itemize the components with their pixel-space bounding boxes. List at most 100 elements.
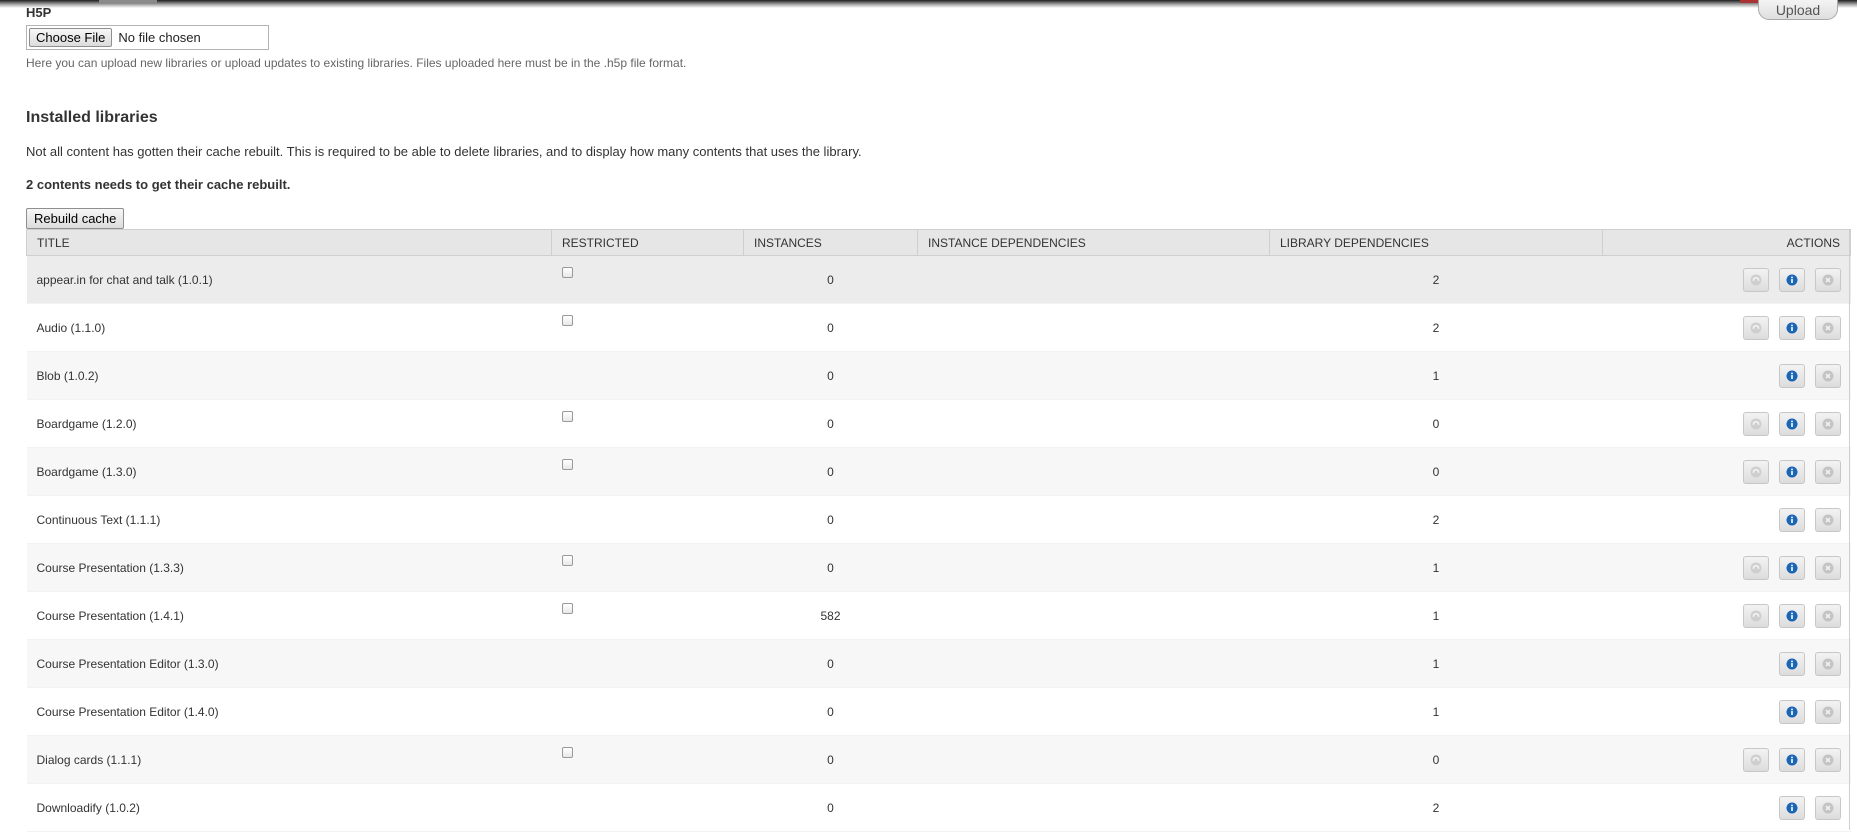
instance-dependencies bbox=[917, 783, 1270, 832]
library-dependencies-count: 0 bbox=[1269, 735, 1603, 784]
table-row: Boardgame (1.2.0) 0 0 bbox=[26, 399, 1851, 448]
details-button[interactable] bbox=[1778, 603, 1805, 628]
instances-count: 582 bbox=[743, 591, 918, 640]
library-title: Boardgame (1.2.0) bbox=[26, 399, 552, 448]
upgrade-button[interactable] bbox=[1742, 267, 1769, 292]
restricted-cell bbox=[551, 399, 744, 448]
upgrade-button[interactable] bbox=[1742, 747, 1769, 772]
upgrade-button[interactable] bbox=[1742, 459, 1769, 484]
details-button[interactable] bbox=[1778, 459, 1805, 484]
delete-button[interactable] bbox=[1814, 411, 1841, 436]
instances-count: 0 bbox=[743, 543, 918, 592]
actions-cell bbox=[1602, 591, 1851, 640]
actions-cell bbox=[1602, 399, 1851, 448]
upgrade-button[interactable] bbox=[1742, 603, 1769, 628]
delete-button[interactable] bbox=[1814, 603, 1841, 628]
details-button[interactable] bbox=[1778, 411, 1805, 436]
actions-cell bbox=[1602, 639, 1851, 688]
column-header-instances[interactable]: INSTANCES bbox=[743, 229, 918, 256]
file-input[interactable]: Choose File No file chosen bbox=[26, 25, 269, 50]
restricted-checkbox[interactable] bbox=[561, 554, 573, 566]
table-row: Blob (1.0.2) 0 1 bbox=[26, 351, 1851, 400]
restricted-checkbox[interactable] bbox=[561, 314, 573, 326]
restricted-cell bbox=[551, 591, 744, 640]
actions-cell bbox=[1602, 303, 1851, 352]
table-row: Continuous Text (1.1.1) 0 2 bbox=[26, 495, 1851, 544]
delete-button[interactable] bbox=[1814, 315, 1841, 340]
column-header-restricted[interactable]: RESTRICTED bbox=[551, 229, 744, 256]
details-button[interactable] bbox=[1778, 267, 1805, 292]
delete-button[interactable] bbox=[1814, 555, 1841, 580]
details-button[interactable] bbox=[1778, 795, 1805, 820]
library-title: Course Presentation Editor (1.4.0) bbox=[26, 687, 552, 736]
table-row: Course Presentation (1.4.1) 582 1 bbox=[26, 591, 1851, 640]
restricted-cell bbox=[551, 735, 744, 784]
actions-cell bbox=[1602, 351, 1851, 400]
upgrade-button[interactable] bbox=[1742, 411, 1769, 436]
details-button[interactable] bbox=[1778, 315, 1805, 340]
table-right-border bbox=[1849, 230, 1850, 830]
delete-button[interactable] bbox=[1814, 507, 1841, 532]
instances-count: 0 bbox=[743, 255, 918, 304]
rebuild-cache-button[interactable]: Rebuild cache bbox=[26, 208, 125, 229]
choose-file-button[interactable]: Choose File bbox=[29, 28, 113, 47]
delete-button[interactable] bbox=[1814, 651, 1841, 676]
instance-dependencies bbox=[917, 351, 1270, 400]
details-button[interactable] bbox=[1778, 555, 1805, 580]
details-button[interactable] bbox=[1778, 507, 1805, 532]
restricted-checkbox[interactable] bbox=[561, 458, 573, 470]
library-dependencies-count: 1 bbox=[1269, 687, 1603, 736]
instance-dependencies bbox=[917, 735, 1270, 784]
library-title: Continuous Text (1.1.1) bbox=[26, 495, 552, 544]
table-row: Course Presentation (1.3.3) 0 1 bbox=[26, 543, 1851, 592]
library-dependencies-count: 2 bbox=[1269, 303, 1603, 352]
restricted-cell bbox=[551, 687, 744, 736]
details-button[interactable] bbox=[1778, 363, 1805, 388]
instance-dependencies bbox=[917, 255, 1270, 304]
column-header-title[interactable]: TITLE bbox=[26, 229, 552, 256]
details-button[interactable] bbox=[1778, 699, 1805, 724]
column-header-library-dependencies[interactable]: LIBRARY DEPENDENCIES bbox=[1269, 229, 1603, 256]
upgrade-button[interactable] bbox=[1742, 315, 1769, 340]
instances-count: 0 bbox=[743, 687, 918, 736]
libraries-table: TITLE RESTRICTED INSTANCES INSTANCE DEPE… bbox=[26, 229, 1851, 832]
delete-button[interactable] bbox=[1814, 795, 1841, 820]
library-dependencies-count: 0 bbox=[1269, 447, 1603, 496]
instances-count: 0 bbox=[743, 447, 918, 496]
h5p-upload-label: H5P bbox=[26, 5, 52, 20]
instances-count: 0 bbox=[743, 399, 918, 448]
details-button[interactable] bbox=[1778, 747, 1805, 772]
table-header-row: TITLE RESTRICTED INSTANCES INSTANCE DEPE… bbox=[26, 229, 1851, 256]
delete-button[interactable] bbox=[1814, 363, 1841, 388]
library-title: Course Presentation (1.3.3) bbox=[26, 543, 552, 592]
instance-dependencies bbox=[917, 447, 1270, 496]
delete-button[interactable] bbox=[1814, 459, 1841, 484]
instances-count: 0 bbox=[743, 735, 918, 784]
upgrade-button[interactable] bbox=[1742, 555, 1769, 580]
instances-count: 0 bbox=[743, 639, 918, 688]
delete-button[interactable] bbox=[1814, 267, 1841, 292]
restricted-cell bbox=[551, 303, 744, 352]
actions-cell bbox=[1602, 447, 1851, 496]
library-title: Boardgame (1.3.0) bbox=[26, 447, 552, 496]
instance-dependencies bbox=[917, 543, 1270, 592]
restricted-checkbox[interactable] bbox=[561, 410, 573, 422]
instances-count: 0 bbox=[743, 303, 918, 352]
restricted-cell bbox=[551, 639, 744, 688]
restricted-checkbox[interactable] bbox=[561, 266, 573, 278]
library-dependencies-count: 1 bbox=[1269, 639, 1603, 688]
upload-button[interactable]: Upload bbox=[1758, 0, 1838, 20]
table-row: Course Presentation Editor (1.4.0) 0 1 bbox=[26, 687, 1851, 736]
delete-button[interactable] bbox=[1814, 699, 1841, 724]
details-button[interactable] bbox=[1778, 651, 1805, 676]
library-dependencies-count: 2 bbox=[1269, 495, 1603, 544]
restricted-checkbox[interactable] bbox=[561, 746, 573, 758]
delete-button[interactable] bbox=[1814, 747, 1841, 772]
actions-cell bbox=[1602, 735, 1851, 784]
library-title: Dialog cards (1.1.1) bbox=[26, 735, 552, 784]
library-title: Audio (1.1.0) bbox=[26, 303, 552, 352]
library-title: Downloadify (1.0.2) bbox=[26, 783, 552, 832]
upload-help-text: Here you can upload new libraries or upl… bbox=[26, 56, 687, 70]
restricted-checkbox[interactable] bbox=[561, 602, 573, 614]
column-header-instance-dependencies[interactable]: INSTANCE DEPENDENCIES bbox=[917, 229, 1270, 256]
